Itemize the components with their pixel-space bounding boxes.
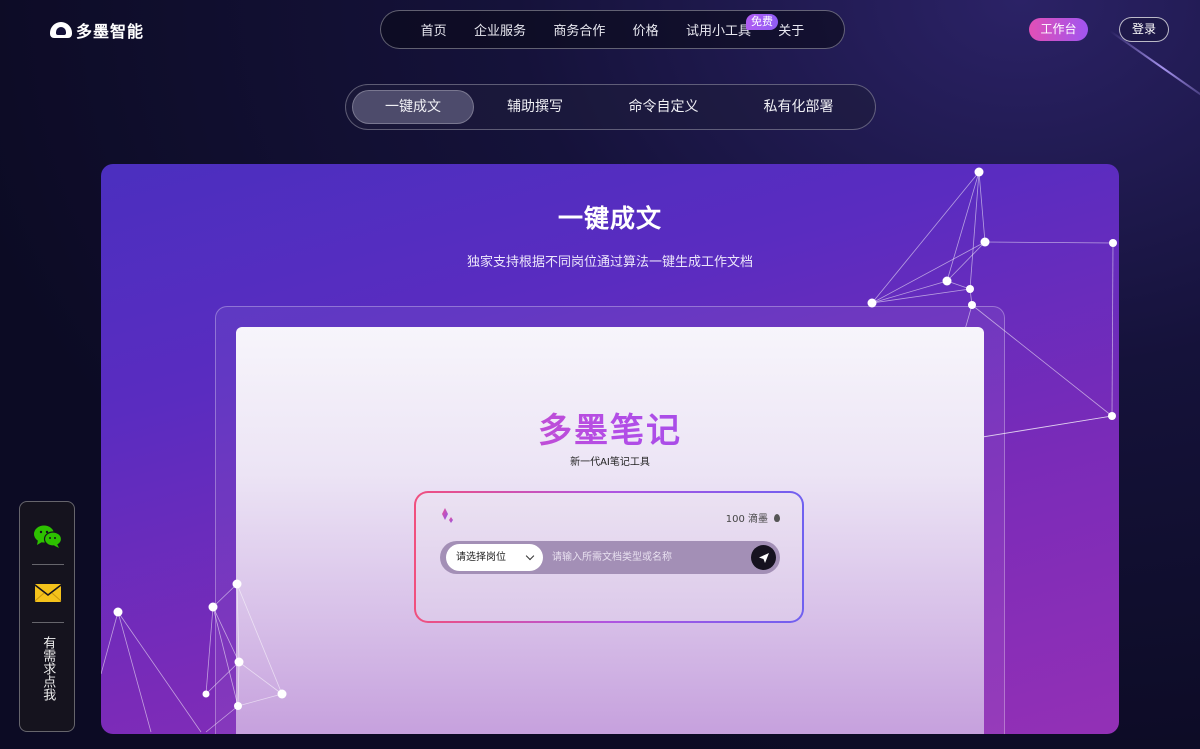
contact-me-text[interactable]: 有需求点我	[20, 636, 74, 701]
side-divider	[32, 564, 64, 565]
sparkle-icon	[442, 508, 453, 523]
nav-pricing[interactable]: 价格	[633, 20, 659, 39]
ink-drop-icon	[774, 513, 780, 522]
tab-assist-writing[interactable]: 辅助撰写	[474, 90, 596, 124]
logo-mark-icon	[50, 22, 72, 38]
nav-enterprise[interactable]: 企业服务	[474, 20, 526, 39]
mail-icon[interactable]	[33, 583, 63, 603]
free-badge: 免费	[746, 14, 778, 30]
wechat-icon[interactable]	[33, 524, 63, 548]
tab-private-deploy[interactable]: 私有化部署	[731, 90, 866, 124]
brand-tagline: 新一代AI笔记工具	[570, 457, 650, 468]
nav-home[interactable]: 首页	[421, 20, 447, 39]
nav-about[interactable]: 关于	[778, 20, 804, 39]
logo[interactable]: 多墨智能	[50, 18, 144, 42]
workbench-button[interactable]: 工作台	[1029, 18, 1088, 41]
credits-text: 100 滴墨	[725, 514, 768, 525]
credits-display: 100 滴墨	[726, 510, 780, 525]
chevron-down-icon	[525, 551, 535, 561]
hero-subtitle: 独家支持根据不同岗位通过算法一键生成工作文档	[466, 255, 753, 270]
doc-type-input[interactable]	[552, 544, 742, 571]
send-icon	[758, 552, 769, 563]
logo-text: 多墨智能	[76, 22, 145, 41]
app-mockup: 多墨笔记 新一代AI笔记工具 100 滴墨 请选择岗位 请输入所需文档类型或名称	[236, 327, 984, 734]
hero-title: 一键成文	[557, 204, 662, 233]
side-divider	[32, 622, 64, 623]
login-button[interactable]: 登录	[1119, 17, 1169, 42]
contact-side-panel: 有需求点我	[19, 501, 75, 732]
contact-me-label: 有需求点我	[40, 636, 56, 701]
send-button[interactable]	[751, 545, 776, 570]
feature-tabs: 一键成文 辅助撰写 命令自定义 私有化部署	[345, 84, 876, 130]
nav-tools[interactable]: 试用小工具	[686, 20, 751, 39]
nav-business[interactable]: 商务合作	[553, 20, 605, 39]
hero-section: 一键成文 独家支持根据不同岗位通过算法一键生成工作文档 多墨笔记 新一代AI笔记…	[101, 164, 1119, 734]
position-select-value: 请选择岗位	[456, 552, 506, 563]
tab-custom-command[interactable]: 命令自定义	[596, 90, 731, 124]
brand-title: 多墨笔记	[236, 403, 984, 452]
generate-panel: 100 滴墨 请选择岗位	[414, 491, 804, 623]
tab-one-click[interactable]: 一键成文	[352, 90, 474, 124]
position-select[interactable]: 请选择岗位	[446, 544, 543, 571]
generate-bar: 请选择岗位	[440, 541, 780, 574]
